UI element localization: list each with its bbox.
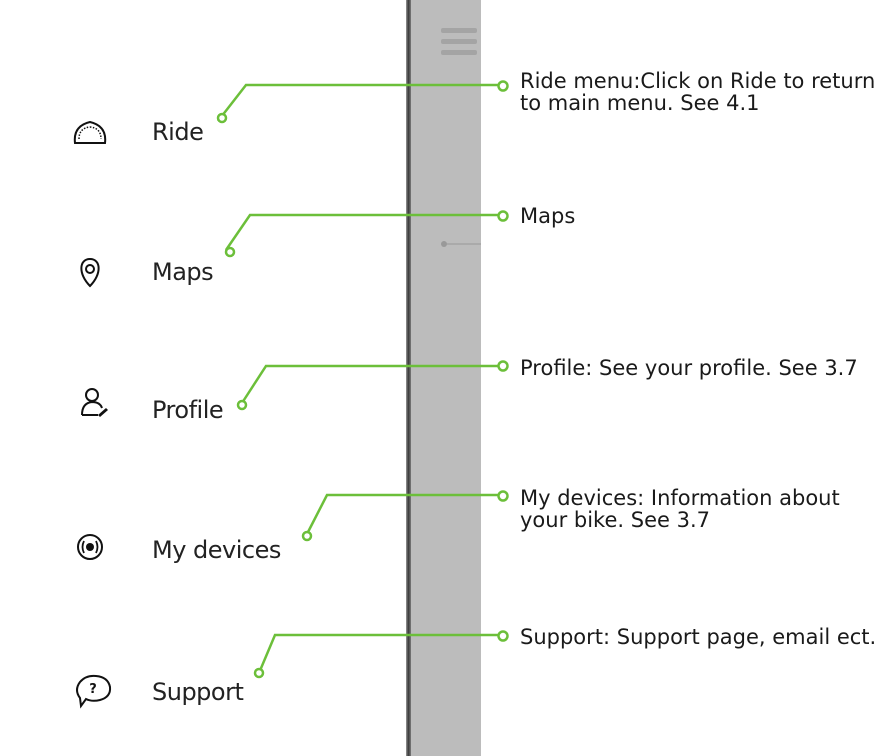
callout-end-support <box>497 630 509 642</box>
menu-item-ride[interactable]: Ride <box>152 118 204 146</box>
menu-item-profile[interactable]: Profile <box>152 396 224 424</box>
menu-item-my-devices[interactable]: My devices <box>152 536 281 564</box>
map-pin-icon <box>74 252 114 292</box>
menu-item-support[interactable]: Support <box>152 678 244 706</box>
svg-text:?: ? <box>89 682 97 697</box>
annotation-support: Support: Support page, email ect. <box>520 625 877 649</box>
help-bubble-icon: ? <box>72 670 112 710</box>
annotation-my-devices: My devices: Information about your bike.… <box>520 486 840 532</box>
background-overlay[interactable] <box>411 0 481 756</box>
navigation-drawer: Ride Maps Profile My devices ? Support <box>0 0 410 756</box>
device-icon <box>72 528 112 568</box>
speedometer-icon <box>70 112 110 152</box>
hamburger-menu-icon[interactable] <box>441 28 477 56</box>
annotation-profile: Profile: See your profile. See 3.7 <box>520 356 858 380</box>
menu-item-maps[interactable]: Maps <box>152 258 214 286</box>
callout-end-my-devices <box>497 490 509 502</box>
callout-end-maps <box>497 210 509 222</box>
callout-end-ride <box>497 80 509 92</box>
slider-track <box>447 243 481 245</box>
annotation-ride: Ride menu:Click on Ride to return to mai… <box>520 69 876 115</box>
user-icon <box>76 384 116 424</box>
callout-end-profile <box>497 360 509 372</box>
annotation-maps: Maps <box>520 204 576 228</box>
